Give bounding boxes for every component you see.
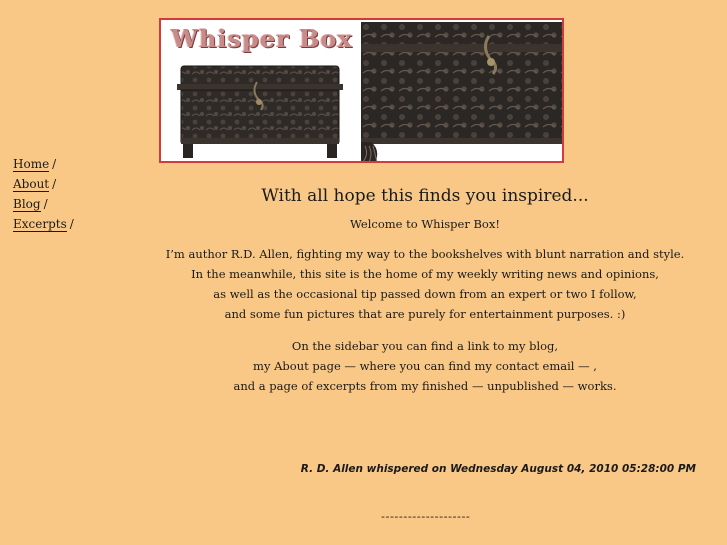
nav-separator: / [52,157,57,171]
nav-separator: / [52,177,57,191]
info-line: my About page — where you can find my co… [253,359,597,373]
nav-separator: / [43,197,48,211]
intro-line: and some fun pictures that are purely fo… [224,307,626,321]
sidebar-item-excerpts: Excerpts / [13,214,74,234]
nav-separator: / [69,217,74,231]
about-link[interactable]: About [13,177,50,192]
page-headline: With all hope this finds you inspired... [261,186,589,206]
intro-paragraph: I’m author R.D. Allen, fighting my way t… [160,244,690,324]
intro-line: In the meanwhile, this site is the home … [191,267,659,281]
sidebar-item-home: Home / [13,154,74,174]
jewelry-box-image-right [361,22,562,161]
jewelry-box-image-left [177,65,343,158]
excerpts-link[interactable]: Excerpts [13,217,67,232]
sidebar-info-paragraph: On the sidebar you can find a link to my… [160,336,690,396]
intro-line: I’m author R.D. Allen, fighting my way t… [165,247,685,261]
info-line: and a page of excerpts from my finished … [233,379,617,393]
header-banner: Whisper Box [159,18,564,163]
sidebar-item-blog: Blog / [13,194,74,214]
post-byline: R. D. Allen whispered on Wednesday Augus… [300,463,696,475]
sidebar-nav: Home / About / Blog / Excerpts / [13,154,74,234]
post-divider: -------------------- [381,510,471,523]
sidebar-item-about: About / [13,174,74,194]
site-title: Whisper Box [171,24,353,53]
info-line: On the sidebar you can find a link to my… [291,339,559,353]
main-content: With all hope this finds you inspired...… [160,180,690,396]
intro-line: as well as the occasional tip passed dow… [213,287,637,301]
banner-image: Whisper Box [163,22,562,161]
home-link[interactable]: Home [13,157,50,172]
welcome-text: Welcome to Whisper Box! [350,217,500,231]
blog-link[interactable]: Blog [13,197,41,212]
